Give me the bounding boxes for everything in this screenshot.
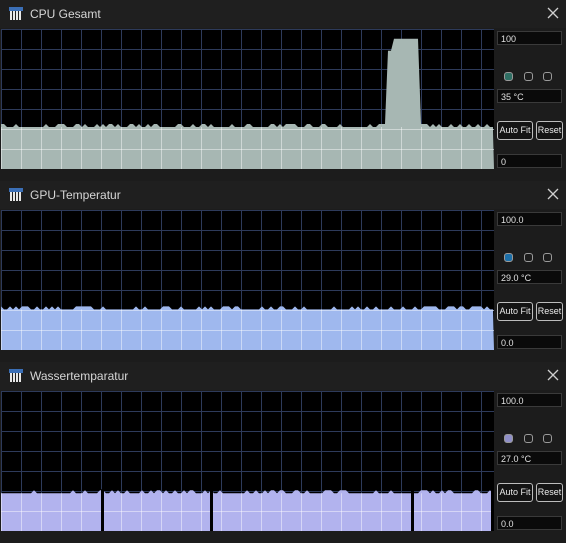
sensor-graph-svg [1, 210, 494, 350]
sensor-graph-svg [1, 391, 494, 531]
color-option-3[interactable] [543, 253, 552, 262]
sensor-graph [1, 210, 494, 350]
panel-title: Wassertemparatur [30, 369, 129, 383]
color-option-2[interactable] [524, 72, 533, 81]
color-option-3[interactable] [543, 72, 552, 81]
auto-fit-button[interactable]: Auto Fit [497, 121, 533, 140]
sensor-graph [1, 391, 494, 531]
sensor-app-icon [9, 369, 23, 382]
close-icon[interactable] [544, 4, 562, 22]
auto-fit-button[interactable]: Auto Fit [497, 483, 533, 502]
min-value-field[interactable]: 0.0 [497, 516, 562, 530]
panel-title: GPU-Temperatur [30, 188, 121, 202]
color-option-2[interactable] [524, 253, 533, 262]
close-icon[interactable] [544, 366, 562, 384]
panel-titlebar: CPU Gesamt [0, 0, 566, 28]
min-value-field[interactable]: 0 [497, 154, 562, 168]
panel-titlebar: Wassertemparatur [0, 362, 566, 390]
current-value-field: 29.0 °C [497, 270, 562, 284]
color-option-selected[interactable] [504, 253, 513, 262]
current-value-field: 27.0 °C [497, 451, 562, 465]
color-option-selected[interactable] [504, 434, 513, 443]
reset-button[interactable]: Reset [536, 483, 563, 502]
auto-fit-button[interactable]: Auto Fit [497, 302, 533, 321]
sensor-graph [1, 29, 494, 169]
panel-title: CPU Gesamt [30, 7, 101, 21]
sensor-graph-svg [1, 29, 494, 169]
color-option-2[interactable] [524, 434, 533, 443]
sensor-panel-cpu: CPU Gesamt 100 35 °C Auto Fit Reset 0 [0, 0, 566, 181]
sensor-app-icon [9, 7, 23, 20]
sensor-app-icon [9, 188, 23, 201]
graph-controls: 100.0 27.0 °C Auto Fit Reset 0.0 [497, 391, 565, 537]
reset-button[interactable]: Reset [536, 302, 563, 321]
graph-controls: 100 35 °C Auto Fit Reset 0 [497, 29, 565, 175]
color-option-selected[interactable] [504, 72, 513, 81]
sensor-panel-gpu: GPU-Temperatur 100.0 29.0 °C Auto Fit Re… [0, 181, 566, 362]
max-value-field[interactable]: 100 [497, 31, 562, 45]
panel-titlebar: GPU-Temperatur [0, 181, 566, 209]
sensor-history-area [1, 306, 494, 350]
reset-button[interactable]: Reset [536, 121, 563, 140]
current-value-field: 35 °C [497, 89, 562, 103]
graph-controls: 100.0 29.0 °C Auto Fit Reset 0.0 [497, 210, 565, 356]
max-value-field[interactable]: 100.0 [497, 393, 562, 407]
sensor-panel-water: Wassertemparatur 100.0 27.0 °C Auto Fit … [0, 362, 566, 543]
min-value-field[interactable]: 0.0 [497, 335, 562, 349]
close-icon[interactable] [544, 185, 562, 203]
max-value-field[interactable]: 100.0 [497, 212, 562, 226]
color-option-3[interactable] [543, 434, 552, 443]
